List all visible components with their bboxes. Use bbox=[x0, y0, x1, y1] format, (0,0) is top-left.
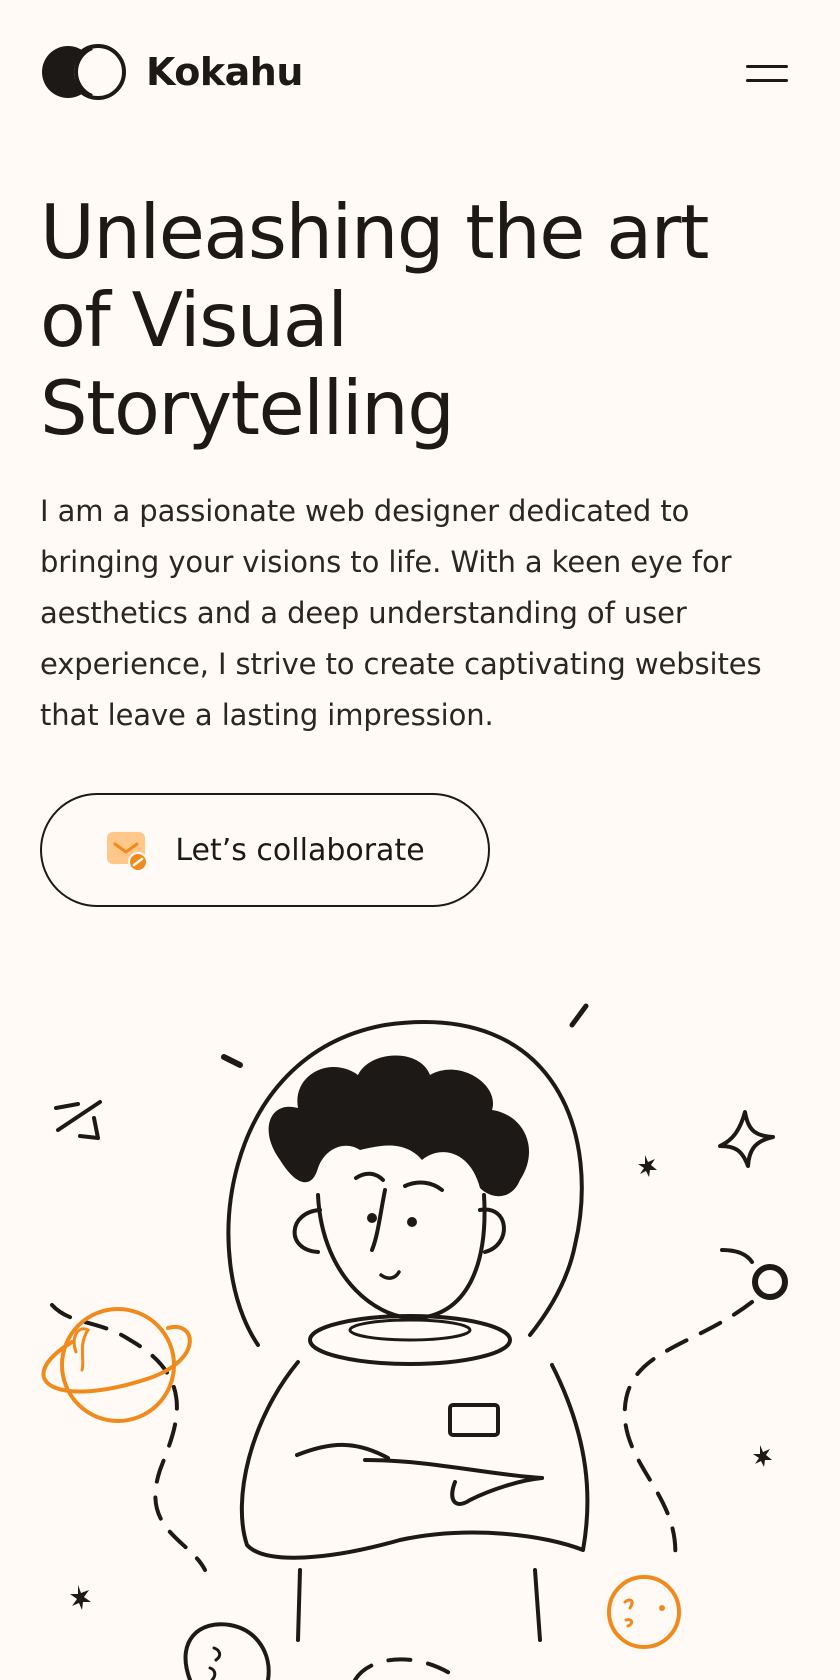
astronaut-illustration bbox=[41, 1003, 788, 1680]
menu-button[interactable] bbox=[746, 57, 790, 87]
hero-title: Unleashing the art of Visual Storytelling bbox=[40, 188, 820, 452]
hamburger-menu-icon bbox=[746, 65, 788, 68]
site-header: Kokahu bbox=[40, 40, 790, 104]
hero-title-line: of Visual bbox=[40, 276, 348, 364]
hero-description-line: that leave a lasting impression. bbox=[40, 698, 494, 732]
collaborate-button-label: Let’s collaborate bbox=[175, 832, 425, 868]
hero-title-line: Unleashing the art bbox=[40, 188, 709, 276]
hero-title-line: Storytelling bbox=[40, 364, 455, 452]
hero-description-line: I am a passionate web designer dedicated… bbox=[40, 494, 690, 528]
hero-description-line: experience, I strive to create captivati… bbox=[40, 647, 762, 681]
brand-name: Kokahu bbox=[146, 50, 303, 94]
hero-description-line: aesthetics and a deep understanding of u… bbox=[40, 596, 687, 630]
logo-icon bbox=[42, 44, 126, 100]
mail-check-icon bbox=[107, 832, 149, 872]
brand[interactable]: Kokahu bbox=[40, 42, 303, 102]
hero-description: I am a passionate web designer dedicated… bbox=[40, 486, 810, 741]
collaborate-button[interactable]: Let’s collaborate bbox=[40, 793, 490, 907]
hero-description-line: bringing your visions to life. With a ke… bbox=[40, 545, 732, 579]
